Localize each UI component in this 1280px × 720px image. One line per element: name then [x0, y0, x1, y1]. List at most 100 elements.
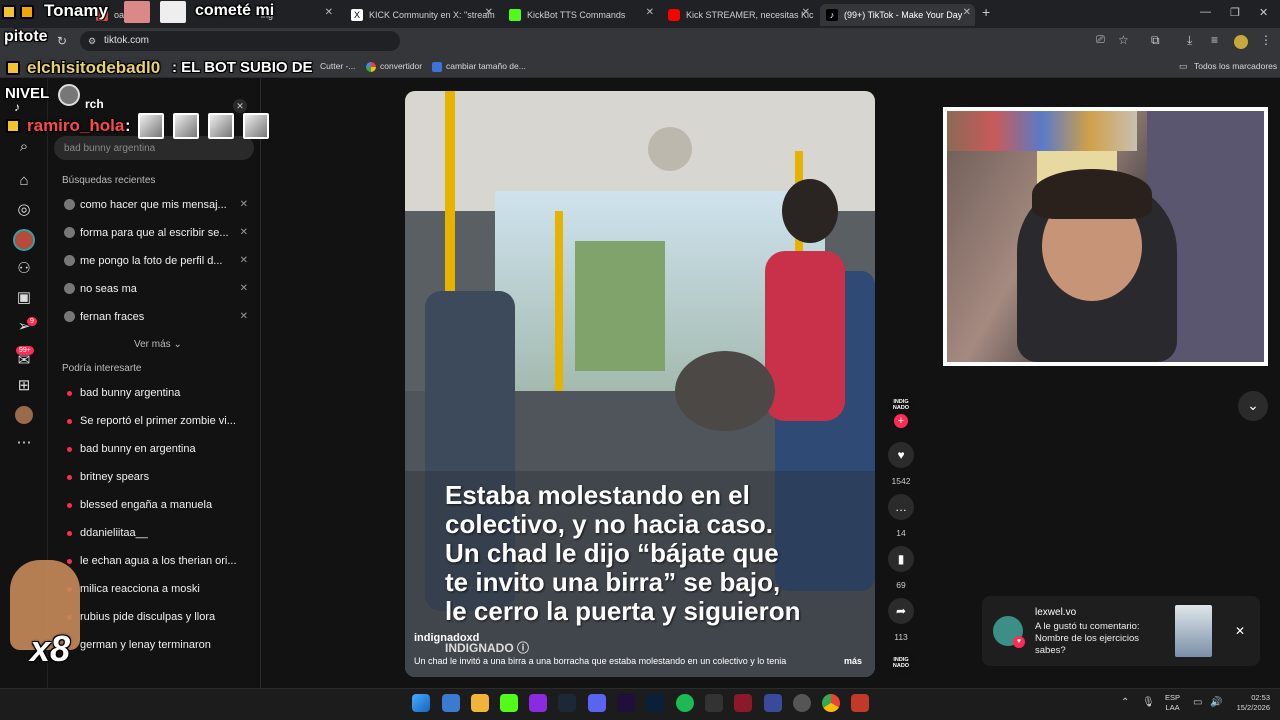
overlay-channel: pitote [4, 28, 48, 45]
extensions-icon[interactable]: ⧉ [1151, 33, 1160, 48]
close-window-icon[interactable]: ✕ [1259, 6, 1268, 19]
notepad-icon[interactable] [442, 694, 460, 712]
recent-item[interactable]: no seas ma ✕ [62, 280, 252, 300]
remove-icon[interactable]: ✕ [240, 255, 248, 266]
close-icon[interactable]: ✕ [963, 7, 971, 18]
search-input[interactable] [54, 136, 254, 160]
recent-item[interactable]: fernan fraces ✕ [62, 308, 252, 328]
minimize-icon[interactable]: — [1200, 6, 1211, 18]
close-icon[interactable]: ✕ [233, 99, 247, 113]
canva-icon[interactable] [529, 694, 547, 712]
clock-icon [64, 255, 75, 266]
bookmark-cutter[interactable]: Cutter -... [320, 61, 355, 71]
start-icon[interactable] [412, 694, 430, 712]
suggestion-item[interactable]: german y lenay terminaron [62, 636, 252, 656]
suggestion-item[interactable]: rubius pide disculpas y llora [62, 608, 252, 628]
recent-text: como hacer que mis mensaj... [80, 199, 227, 211]
download-icon[interactable]: ⤓ [1187, 33, 1192, 48]
suggestion-text: ddanieliitaa__ [80, 527, 148, 539]
profile-avatar[interactable] [1234, 35, 1248, 49]
install-icon[interactable]: ⎚ [1096, 34, 1105, 47]
like-icon[interactable]: ♥ [888, 442, 914, 468]
recent-item[interactable]: forma para que al escribir se... ✕ [62, 224, 252, 244]
chevron-up-icon[interactable]: ⌃ [1121, 697, 1129, 708]
steam-icon[interactable] [558, 694, 576, 712]
suggestion-item[interactable]: ddanieliitaa__ [62, 524, 252, 544]
profile-avatar[interactable] [15, 406, 33, 424]
star-icon[interactable]: ☆ [1118, 33, 1129, 47]
tab-tiktok[interactable]: ♪ (99+) TikTok - Make Your Day ✕ [820, 4, 975, 26]
remove-icon[interactable]: ✕ [240, 227, 248, 238]
more-button[interactable]: más [844, 656, 862, 666]
following-icon[interactable]: ⚇ [14, 259, 34, 279]
bookmark-icon[interactable]: ▮ [888, 546, 914, 572]
suggestion-text: german y lenay terminaron [80, 639, 211, 651]
capcut-icon[interactable] [705, 694, 723, 712]
menu-icon[interactable]: ⋮ [1260, 33, 1272, 47]
video-player[interactable]: Estaba molestando en el colectivo, y no … [405, 91, 875, 677]
sound-disc[interactable]: INDIG NADO [888, 650, 914, 676]
bookmark-convertidor[interactable]: convertidor [380, 61, 422, 71]
reload-icon[interactable]: ↻ [57, 34, 67, 48]
panel-title: rch [85, 97, 104, 111]
more-icon[interactable]: ⋯ [14, 433, 34, 453]
close-icon[interactable]: ✕ [646, 7, 654, 18]
tab-5[interactable]: Kick STREAMER, necesitas Kick ✕ [662, 4, 814, 26]
tab-4[interactable]: KickBot TTS Commands ✕ [503, 4, 658, 26]
restore-icon[interactable]: ❐ [1230, 6, 1240, 19]
close-icon[interactable]: ✕ [485, 7, 493, 18]
comment-icon[interactable]: … [888, 494, 914, 520]
close-icon[interactable]: ✕ [802, 7, 810, 18]
clock[interactable]: 02:53 15/2/2026 [1228, 693, 1270, 713]
close-icon[interactable]: ✕ [1235, 624, 1245, 638]
recent-item[interactable]: me pongo la foto de perfil d... ✕ [62, 252, 252, 272]
new-tab-button[interactable]: + [982, 4, 990, 20]
premiere-icon[interactable] [617, 694, 635, 712]
volume-icon[interactable]: 🔊 [1210, 697, 1222, 708]
see-more-button[interactable]: Ver más ⌄ [134, 339, 182, 350]
media-icon[interactable]: ≡ [1211, 33, 1218, 47]
comment-count: 14 [896, 528, 906, 538]
suggestion-item[interactable]: milica reacciona a moski [62, 580, 252, 600]
upload-icon[interactable]: ⊞ [14, 376, 34, 396]
home-icon[interactable]: ⌂ [14, 171, 34, 191]
save-count: 69 [896, 580, 906, 590]
close-icon[interactable]: ✕ [325, 7, 333, 18]
remove-icon[interactable]: ✕ [240, 199, 248, 210]
kick-icon[interactable] [500, 694, 518, 712]
remove-icon[interactable]: ✕ [240, 283, 248, 294]
chrome-icon[interactable] [822, 694, 840, 712]
obs-icon[interactable] [793, 694, 811, 712]
suggestion-item[interactable]: le echan agua a los therian ori... [62, 552, 252, 572]
video-caption: Estaba molestando en el colectivo, y no … [445, 480, 801, 626]
valorant-icon[interactable] [734, 694, 752, 712]
folder-icon[interactable] [471, 694, 489, 712]
suggestion-item[interactable]: blessed engaña a manuela [62, 496, 252, 516]
all-bookmarks[interactable]: Todos los marcadores [1194, 61, 1277, 71]
recent-item[interactable]: como hacer que mis mensaj... ✕ [62, 196, 252, 216]
search-icon[interactable]: ⌕ [14, 137, 34, 157]
suggestion-item[interactable]: bad bunny en argentina [62, 440, 252, 460]
mic-icon[interactable]: 🎙 [1142, 697, 1155, 708]
suggestion-item[interactable]: Se reportó el primer zombie vi... [62, 412, 252, 432]
photoshop-icon[interactable] [646, 694, 664, 712]
live-icon[interactable]: ▣ [14, 288, 34, 308]
explore-icon[interactable]: ◎ [14, 200, 34, 220]
spotify-icon[interactable] [676, 694, 694, 712]
share-icon[interactable]: ➦ [888, 598, 914, 624]
language-indicator[interactable]: ESP LAA [1165, 693, 1180, 713]
remove-icon[interactable]: ✕ [240, 311, 248, 322]
site-info-icon[interactable]: ⚙ [88, 36, 96, 47]
trend-dot-icon [67, 475, 72, 480]
display-icon[interactable]: ▭ [1193, 697, 1202, 708]
live-avatar[interactable] [13, 229, 35, 251]
app-icon[interactable] [764, 694, 782, 712]
tab-3[interactable]: X KICK Community en X: "stream ✕ [345, 4, 497, 26]
suggestion-item[interactable]: bad bunny argentina [62, 384, 252, 404]
bookmark-resize[interactable]: cambiar tamaño de... [446, 61, 526, 71]
follow-button[interactable]: + [894, 414, 908, 428]
suggestion-item[interactable]: britney spears [62, 468, 252, 488]
app-icon[interactable] [851, 694, 869, 712]
discord-icon[interactable] [588, 694, 606, 712]
next-video-button[interactable]: ⌄ [1238, 391, 1268, 421]
